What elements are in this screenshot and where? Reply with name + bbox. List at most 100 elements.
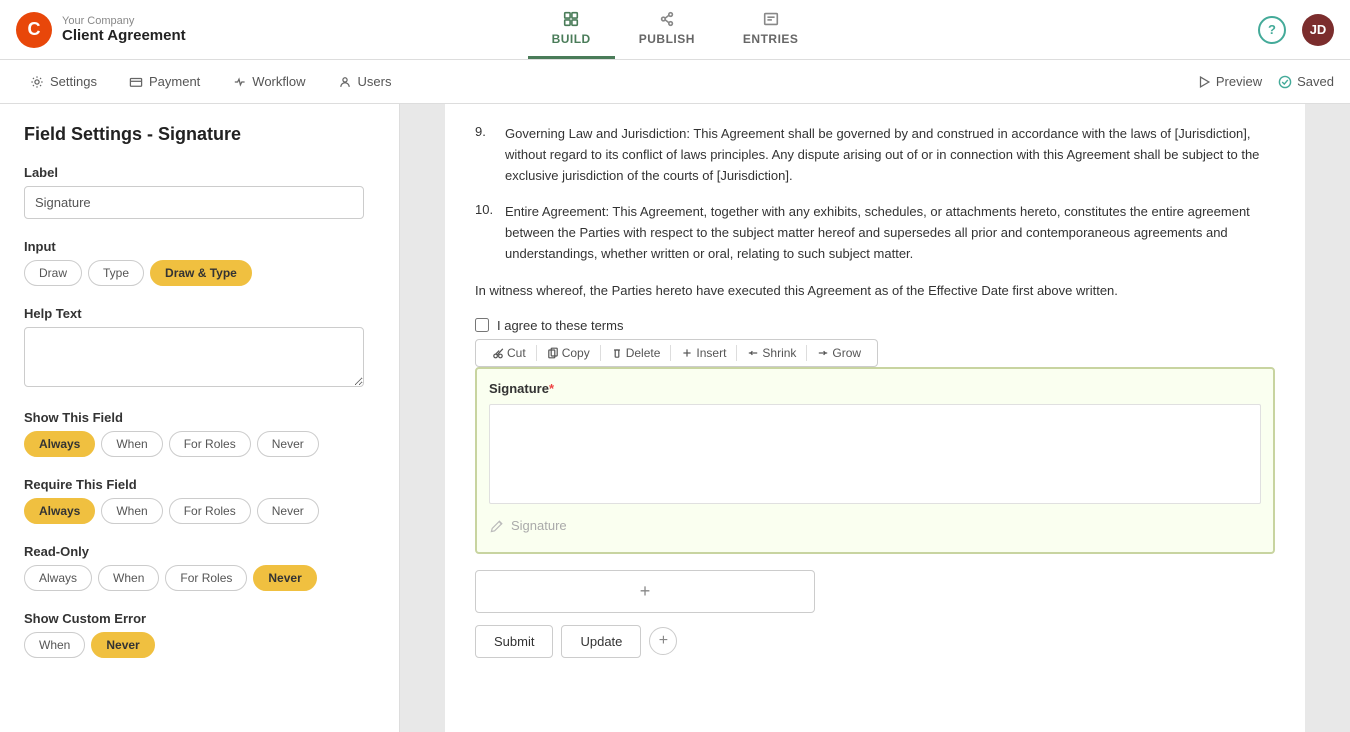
submit-row: Submit Update +: [475, 625, 1275, 678]
add-action-button[interactable]: +: [649, 627, 677, 655]
avatar-initials: JD: [1310, 22, 1327, 37]
avatar[interactable]: JD: [1302, 14, 1334, 46]
field-toolbar: Cut Copy Delete: [475, 339, 878, 367]
agreement-item-10: 10. Entire Agreement: This Agreement, to…: [475, 202, 1275, 264]
input-draw-btn[interactable]: Draw: [24, 260, 82, 286]
toolbar-sep-1: [536, 345, 537, 361]
custom-error-when-btn[interactable]: When: [24, 632, 85, 658]
payment-icon: [129, 75, 143, 89]
copy-icon: [547, 347, 559, 359]
readonly-never-btn[interactable]: Never: [253, 565, 316, 591]
shrink-icon: [747, 347, 759, 359]
custom-error-never-btn[interactable]: Never: [91, 632, 154, 658]
entries-icon: [762, 10, 780, 28]
left-panel: Field Settings - Signature Label Input D…: [0, 104, 400, 732]
witness-text: In witness whereof, the Parties hereto h…: [475, 281, 1275, 302]
toolbar-cut-btn[interactable]: Cut: [484, 343, 534, 363]
toolbar-delete-btn[interactable]: Delete: [603, 343, 669, 363]
readonly-field-buttons: Always When For Roles Never: [24, 565, 375, 591]
input-draw-type-btn[interactable]: Draw & Type: [150, 260, 252, 286]
signature-draw-area[interactable]: [489, 404, 1261, 504]
right-panel: 9. Governing Law and Jurisdiction: This …: [400, 104, 1350, 732]
toolbar-insert-btn[interactable]: Insert: [673, 343, 734, 363]
cut-icon: [492, 347, 504, 359]
readonly-field-label: Read-Only: [24, 544, 375, 559]
copy-label: Copy: [562, 346, 590, 360]
signature-placeholder-text: Signature: [511, 518, 567, 533]
item-10-text: Entire Agreement: This Agreement, togeth…: [505, 202, 1275, 264]
add-field-row: +: [475, 570, 1275, 613]
signature-label-text: Signature: [489, 381, 549, 396]
shrink-label: Shrink: [762, 346, 796, 360]
subnav-users-label: Users: [358, 74, 392, 89]
subnav-users[interactable]: Users: [324, 60, 406, 104]
top-nav: C Your Company Client Agreement BUILD PU…: [0, 0, 1350, 60]
help-text-input[interactable]: [24, 327, 364, 387]
require-when-btn[interactable]: When: [101, 498, 162, 524]
readonly-when-btn[interactable]: When: [98, 565, 159, 591]
tab-entries[interactable]: ENTRIES: [719, 0, 823, 59]
readonly-always-btn[interactable]: Always: [24, 565, 92, 591]
add-field-button[interactable]: +: [475, 570, 815, 613]
subnav-workflow[interactable]: Workflow: [218, 60, 319, 104]
tab-publish[interactable]: PUBLISH: [615, 0, 719, 59]
label-input[interactable]: [24, 186, 364, 219]
show-field-buttons: Always When For Roles Never: [24, 431, 375, 457]
toolbar-copy-btn[interactable]: Copy: [539, 343, 598, 363]
require-field-group: Require This Field Always When For Roles…: [24, 477, 375, 524]
subnav-payment-label: Payment: [149, 74, 200, 89]
show-always-btn[interactable]: Always: [24, 431, 95, 457]
toolbar-sep-3: [670, 345, 671, 361]
require-never-btn[interactable]: Never: [257, 498, 319, 524]
show-when-btn[interactable]: When: [101, 431, 162, 457]
toolbar-sep-5: [806, 345, 807, 361]
company-name: Your Company: [62, 15, 186, 27]
show-never-btn[interactable]: Never: [257, 431, 319, 457]
label-field-group: Label: [24, 165, 375, 219]
agree-checkbox[interactable]: [475, 318, 489, 332]
input-field-group: Input Draw Type Draw & Type: [24, 239, 375, 286]
readonly-for-roles-btn[interactable]: For Roles: [165, 565, 247, 591]
update-button[interactable]: Update: [561, 625, 641, 658]
require-always-btn[interactable]: Always: [24, 498, 95, 524]
subnav-settings-label: Settings: [50, 74, 97, 89]
saved-button[interactable]: Saved: [1278, 74, 1334, 89]
show-field-group: Show This Field Always When For Roles Ne…: [24, 410, 375, 457]
logo-icon: C: [16, 12, 52, 48]
main-layout: Field Settings - Signature Label Input D…: [0, 104, 1350, 732]
signature-required-mark: *: [549, 381, 554, 396]
toolbar-shrink-btn[interactable]: Shrink: [739, 343, 804, 363]
item-10-num: 10.: [475, 202, 499, 264]
nav-tabs: BUILD PUBLISH ENTRIES: [216, 0, 1134, 59]
show-for-roles-btn[interactable]: For Roles: [169, 431, 251, 457]
signature-pen-icon: [489, 518, 505, 534]
preview-icon: [1197, 75, 1211, 89]
preview-button[interactable]: Preview: [1197, 74, 1262, 89]
tab-build[interactable]: BUILD: [528, 0, 615, 59]
label-field-label: Label: [24, 165, 375, 180]
signature-block: Signature* Signature: [475, 367, 1275, 554]
publish-icon: [658, 10, 676, 28]
item-9-text: Governing Law and Jurisdiction: This Agr…: [505, 124, 1275, 186]
require-for-roles-btn[interactable]: For Roles: [169, 498, 251, 524]
delete-icon: [611, 347, 623, 359]
saved-label: Saved: [1297, 74, 1334, 89]
saved-icon: [1278, 75, 1292, 89]
cut-label: Cut: [507, 346, 526, 360]
preview-label: Preview: [1216, 74, 1262, 89]
users-icon: [338, 75, 352, 89]
item-9-num: 9.: [475, 124, 499, 186]
input-type-btn[interactable]: Type: [88, 260, 144, 286]
submit-button[interactable]: Submit: [475, 625, 553, 658]
workflow-icon: [232, 75, 246, 89]
add-field-plus: +: [640, 581, 651, 602]
help-text-group: Help Text: [24, 306, 375, 390]
subnav-settings[interactable]: Settings: [16, 60, 111, 104]
subnav-payment[interactable]: Payment: [115, 60, 214, 104]
tab-entries-label: ENTRIES: [743, 32, 799, 46]
toolbar-grow-btn[interactable]: Grow: [809, 343, 869, 363]
signature-placeholder-row: Signature: [489, 512, 1261, 540]
custom-error-buttons: When Never: [24, 632, 375, 658]
sub-nav-right: Preview Saved: [1197, 74, 1334, 89]
help-button[interactable]: ?: [1258, 16, 1286, 44]
